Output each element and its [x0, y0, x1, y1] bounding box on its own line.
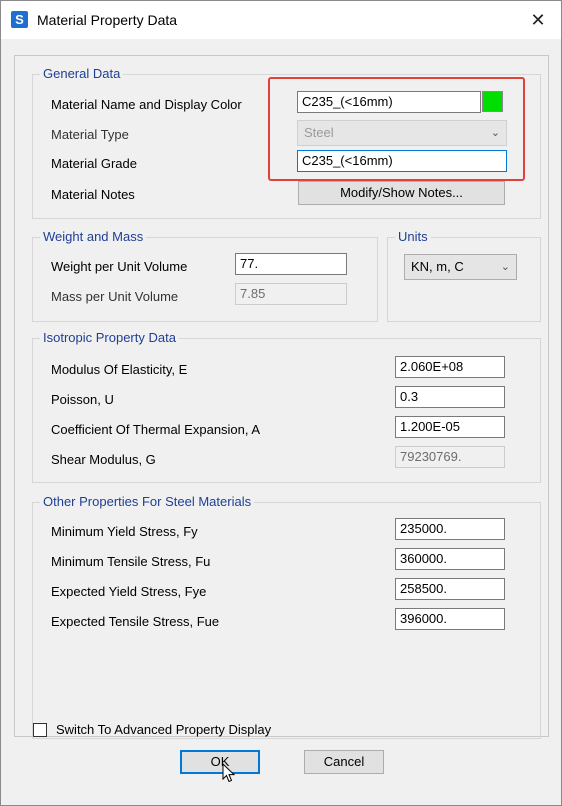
poisson-field[interactable]: 0.3 — [395, 386, 505, 408]
expected-yield-stress-label: Expected Yield Stress, Fye — [51, 584, 207, 599]
shear-modulus-field: 79230769. — [395, 446, 505, 468]
mouse-pointer-icon — [222, 763, 236, 783]
min-yield-stress-field[interactable]: 235000. — [395, 518, 505, 540]
cancel-button[interactable]: Cancel — [304, 750, 384, 774]
close-icon[interactable]: ✕ — [515, 1, 561, 39]
expected-tensile-stress-label: Expected Tensile Stress, Fue — [51, 614, 220, 629]
chevron-down-icon: ⌄ — [500, 261, 510, 273]
modulus-elasticity-label: Modulus Of Elasticity, E — [51, 362, 188, 377]
steel-properties-title: Other Properties For Steel Materials — [40, 494, 255, 509]
advanced-display-checkbox[interactable] — [33, 723, 47, 737]
material-name-label: Material Name and Display Color — [51, 97, 242, 112]
weight-mass-title: Weight and Mass — [40, 229, 147, 244]
material-type-label: Material Type — [51, 127, 129, 142]
weight-mass-group: Weight and Mass — [32, 229, 378, 322]
window-title: Material Property Data — [37, 12, 178, 28]
weight-per-volume-label: Weight per Unit Volume — [51, 259, 188, 274]
min-tensile-stress-label: Minimum Tensile Stress, Fu — [51, 554, 211, 569]
units-title: Units — [395, 229, 431, 244]
units-select[interactable]: KN, m, C ⌄ — [404, 254, 517, 280]
min-tensile-stress-field[interactable]: 360000. — [395, 548, 505, 570]
isotropic-title: Isotropic Property Data — [40, 330, 179, 345]
material-grade-label: Material Grade — [51, 156, 137, 171]
title-bar: S Material Property Data ✕ — [1, 1, 561, 39]
thermal-expansion-field[interactable]: 1.200E-05 — [395, 416, 505, 438]
advanced-display-label[interactable]: Switch To Advanced Property Display — [56, 722, 271, 737]
poisson-label: Poisson, U — [51, 392, 114, 407]
material-property-dialog: S Material Property Data ✕ General Data … — [0, 0, 562, 806]
sap-app-icon: S — [11, 11, 28, 28]
selection-highlight-box — [268, 77, 525, 181]
expected-tensile-stress-field[interactable]: 396000. — [395, 608, 505, 630]
shear-modulus-label: Shear Modulus, G — [51, 452, 156, 467]
modulus-elasticity-field[interactable]: 2.060E+08 — [395, 356, 505, 378]
units-value: KN, m, C — [411, 259, 464, 274]
thermal-expansion-label: Coefficient Of Thermal Expansion, A — [51, 422, 261, 437]
general-data-title: General Data — [40, 66, 124, 81]
modify-notes-button[interactable]: Modify/Show Notes... — [298, 181, 505, 205]
material-notes-label: Material Notes — [51, 187, 135, 202]
mass-per-volume-label: Mass per Unit Volume — [51, 289, 179, 304]
min-yield-stress-label: Minimum Yield Stress, Fy — [51, 524, 198, 539]
weight-per-volume-field[interactable]: 77. — [235, 253, 347, 275]
mass-per-volume-field: 7.85 — [235, 283, 347, 305]
ok-button[interactable]: OK — [180, 750, 260, 774]
expected-yield-stress-field[interactable]: 258500. — [395, 578, 505, 600]
